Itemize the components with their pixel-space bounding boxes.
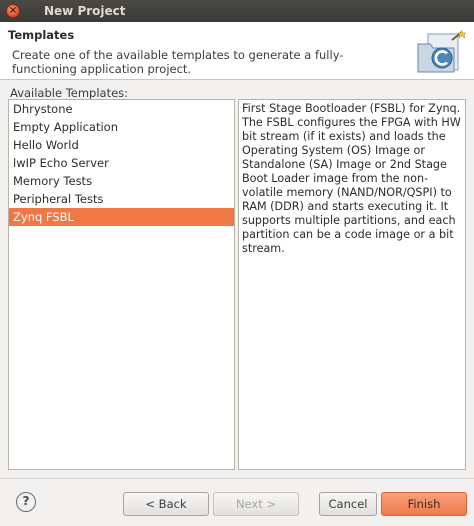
finish-button[interactable]: Finish <box>381 492 467 516</box>
list-item-lwip-echo-server[interactable]: lwIP Echo Server <box>9 154 234 172</box>
list-item-empty-application[interactable]: Empty Application <box>9 118 234 136</box>
window-title: New Project <box>44 4 126 18</box>
back-button[interactable]: < Back <box>123 492 209 516</box>
list-item-memory-tests[interactable]: Memory Tests <box>9 172 234 190</box>
list-item-dhrystone[interactable]: Dhrystone <box>9 100 234 118</box>
template-description-text: First Stage Bootloader (FSBL) for Zynq. … <box>242 102 461 255</box>
list-item-peripheral-tests[interactable]: Peripheral Tests <box>9 190 234 208</box>
next-button[interactable]: Next > <box>213 492 299 516</box>
available-templates-label: Available Templates: <box>10 86 129 100</box>
help-icon[interactable]: ? <box>16 492 36 512</box>
list-item-zynq-fsbl[interactable]: Zynq FSBL <box>9 208 234 226</box>
template-description-panel: First Stage Bootloader (FSBL) for Zynq. … <box>238 99 466 470</box>
wizard-header: Templates Create one of the available te… <box>0 22 474 80</box>
footer-separator <box>0 478 474 479</box>
templates-list[interactable]: Dhrystone Empty Application Hello World … <box>8 99 235 470</box>
cancel-button[interactable]: Cancel <box>319 492 377 516</box>
page-title: Templates <box>8 28 75 42</box>
list-item-hello-world[interactable]: Hello World <box>9 136 234 154</box>
new-project-wizard-icon <box>414 29 467 76</box>
close-icon[interactable]: × <box>6 4 20 18</box>
title-bar: × New Project <box>0 0 474 22</box>
page-description: Create one of the available templates to… <box>12 48 344 76</box>
